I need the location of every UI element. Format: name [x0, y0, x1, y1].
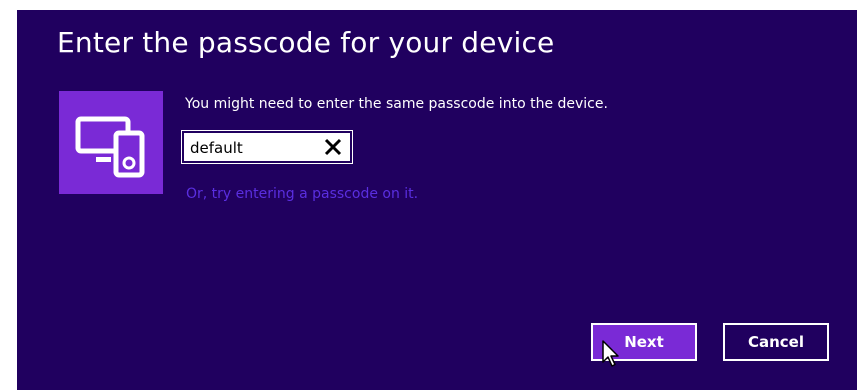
clear-icon[interactable]: [322, 136, 344, 158]
device-tile: [59, 91, 163, 194]
cancel-button[interactable]: Cancel: [723, 323, 829, 361]
instruction-text: You might need to enter the same passcod…: [185, 96, 608, 112]
pc-and-media-player-icon: [75, 116, 145, 178]
dialog-title: Enter the passcode for your device: [57, 26, 555, 59]
pairing-dialog: Enter the passcode for your device You m…: [17, 10, 857, 390]
enter-passcode-on-device-link[interactable]: Or, try entering a passcode on it.: [186, 186, 418, 202]
passcode-field[interactable]: [181, 130, 353, 164]
passcode-input[interactable]: [190, 136, 320, 160]
mouse-pointer-icon: [602, 340, 619, 367]
